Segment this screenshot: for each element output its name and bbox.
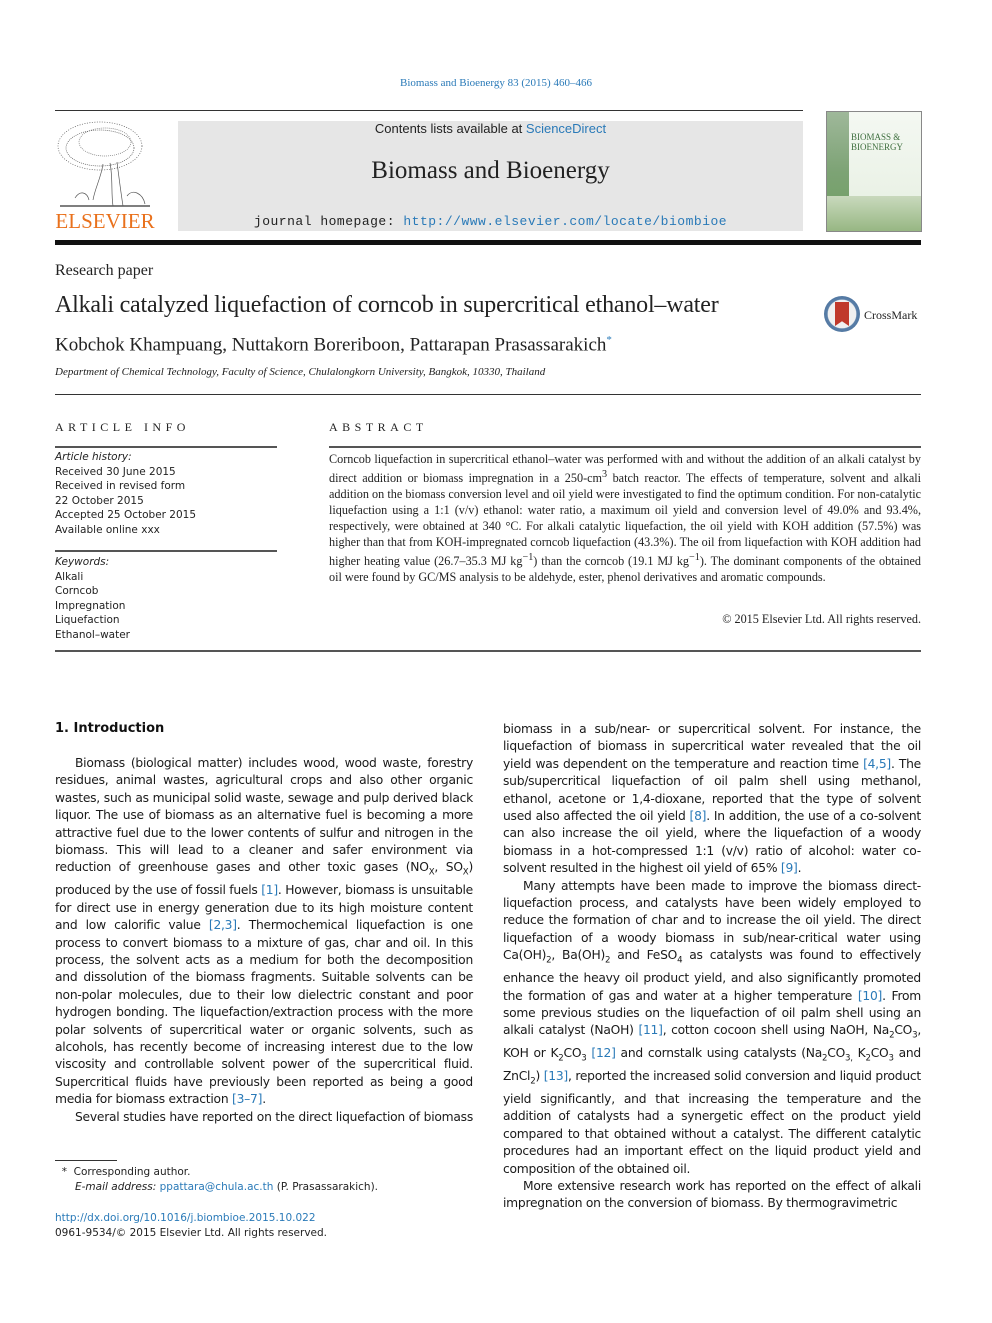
history-item: Accepted 25 October 2015 <box>55 509 197 521</box>
paragraph: Many attempts have been made to improve … <box>503 878 922 1176</box>
abstract-heading: ABSTRACT <box>329 420 428 434</box>
homepage-link[interactable]: http://www.elsevier.com/locate/biombioe <box>403 214 727 229</box>
cover-title: BIOMASS & BIOENERGY <box>851 132 903 152</box>
citation-link[interactable]: [1] <box>261 883 278 897</box>
doi-link[interactable]: http://dx.doi.org/10.1016/j.biombioe.201… <box>55 1212 316 1224</box>
journal-title: Biomass and Bioenergy <box>371 157 610 184</box>
elsevier-logo[interactable]: ELSEVIER <box>55 118 155 234</box>
article-info-rule <box>55 446 277 448</box>
abstract-text: Corncob liquefaction in supercritical et… <box>329 452 922 585</box>
crossmark-label: CrossMark <box>864 308 918 322</box>
footnote-rule <box>55 1160 117 1161</box>
keyword: Impregnation <box>55 599 126 612</box>
article-history: Article history: Received 30 June 2015 R… <box>55 450 277 537</box>
corresponding-author-note: * Corresponding author. <box>61 1166 191 1178</box>
history-item: Received 30 June 2015 <box>55 465 176 478</box>
paragraph: Biomass (biological matter) includes woo… <box>55 756 473 1107</box>
citation-link[interactable]: [3–7] <box>232 1092 262 1106</box>
contents-prefix: Contents lists available at <box>374 121 526 136</box>
article-info-heading: ARTICLE INFO <box>55 420 190 434</box>
header-rule <box>55 110 803 111</box>
keyword: Corncob <box>55 585 99 597</box>
article-title: Alkali catalyzed liquefaction of corncob… <box>55 292 719 318</box>
citation-link[interactable]: [11] <box>638 1023 663 1037</box>
corresponding-author-mark[interactable]: * <box>606 334 612 346</box>
keyword: Liquefaction <box>55 614 120 626</box>
abstract-rule <box>329 446 921 448</box>
paragraph: Several studies have reported on the dir… <box>75 1109 473 1124</box>
cover-field-image <box>827 196 921 231</box>
body-column-right: biomass in a sub/near- or supercritical … <box>503 721 921 1213</box>
history-item: Received in revised form <box>55 480 186 492</box>
citation-link[interactable]: [10] <box>858 989 883 1003</box>
article-type: Research paper <box>55 262 154 279</box>
abstract-copyright: © 2015 Elsevier Ltd. All rights reserved… <box>722 612 921 626</box>
paragraph-continued: biomass in a sub/near- or supercritical … <box>503 722 921 876</box>
sciencedirect-link[interactable]: ScienceDirect <box>526 121 606 136</box>
citation-link[interactable]: [8] <box>690 809 707 823</box>
journal-reference-link[interactable]: Biomass and Bioenergy 83 (2015) 460–466 <box>0 77 992 89</box>
front-matter-rule <box>55 650 921 652</box>
header-thick-rule <box>55 240 921 245</box>
author-list: Kobchok Khampuang, Nuttakorn Boreriboon,… <box>55 334 612 356</box>
authors-names: Kobchok Khampuang, Nuttakorn Boreriboon,… <box>55 334 607 356</box>
keyword: Alkali <box>55 570 84 583</box>
history-item: 22 October 2015 <box>55 494 144 507</box>
email-line: E-mail address: ppattara@chula.ac.th (P.… <box>75 1181 379 1193</box>
publisher-name: ELSEVIER <box>55 209 155 233</box>
citation-link[interactable]: [2,3] <box>209 918 237 932</box>
homepage-label: journal homepage: <box>253 214 404 229</box>
issn-copyright: 0961-9534/© 2015 Elsevier Ltd. All right… <box>55 1227 328 1239</box>
citation-link[interactable]: [13] <box>544 1069 569 1083</box>
history-item: Available online xxx <box>55 523 160 536</box>
footnote: * Corresponding author. E-mail address: … <box>55 1165 378 1195</box>
keywords: Keywords: Alkali Corncob Impregnation Li… <box>55 555 277 642</box>
email-link[interactable]: ppattara@chula.ac.th <box>160 1181 274 1193</box>
keywords-rule <box>55 550 277 552</box>
keyword: Ethanol–water <box>55 628 131 641</box>
citation-link[interactable]: [9] <box>781 861 798 875</box>
citation-link[interactable]: [4,5] <box>863 757 891 771</box>
journal-cover-thumbnail[interactable]: BIOMASS & BIOENERGY <box>826 111 922 232</box>
doi-block: http://dx.doi.org/10.1016/j.biombioe.201… <box>55 1211 327 1241</box>
title-rule <box>55 394 921 395</box>
contents-line: Contents lists available at ScienceDirec… <box>178 121 803 136</box>
paragraph: More extensive research work has reporte… <box>503 1178 921 1211</box>
journal-homepage: journal homepage: http://www.elsevier.co… <box>178 214 803 229</box>
affiliation: Department of Chemical Technology, Facul… <box>55 366 546 378</box>
journal-banner: Contents lists available at ScienceDirec… <box>178 121 803 231</box>
crossmark-button[interactable]: CrossMark <box>824 296 924 334</box>
keywords-label: Keywords: <box>55 556 110 568</box>
citation-link[interactable]: [12] <box>591 1046 616 1060</box>
tree-icon <box>57 121 150 207</box>
body-column-left: Biomass (biological matter) includes woo… <box>55 755 473 1126</box>
history-label: Article history: <box>55 451 132 463</box>
section-heading-introduction: 1. Introduction <box>55 721 165 736</box>
